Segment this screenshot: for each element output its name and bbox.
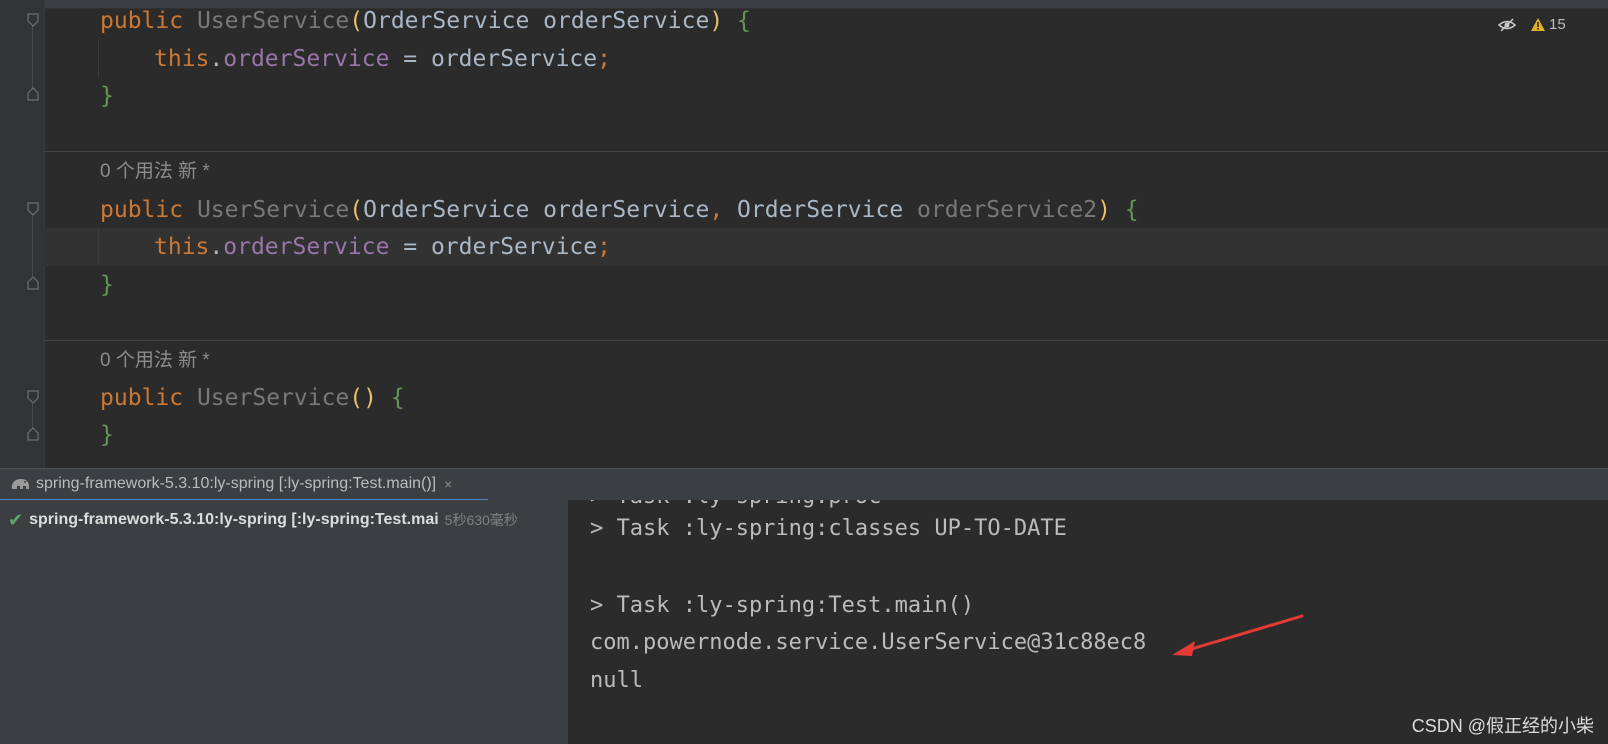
fold-icon[interactable] xyxy=(27,202,39,216)
code-line-constructor-1[interactable]: public UserService(OrderService orderSer… xyxy=(100,2,751,40)
fold-end-icon[interactable] xyxy=(27,87,39,101)
method-name: UserService xyxy=(196,385,350,411)
gradle-elephant-icon xyxy=(11,479,30,489)
watermark: CSDN @假正经的小柴 xyxy=(1411,716,1594,736)
comma: , xyxy=(709,197,724,223)
usage-hint[interactable]: 0 个用法 新 * xyxy=(100,157,210,187)
console-output[interactable]: > Task :ly-spring:proc > Task :ly-spring… xyxy=(568,500,1608,744)
console-line: > Task :ly-spring:classes UP-TO-DATE xyxy=(590,516,1067,541)
code-line-close-brace[interactable]: } xyxy=(100,416,114,454)
run-tab[interactable]: spring-framework-5.3.10:ly-spring [:ly-s… xyxy=(0,469,488,502)
brace: } xyxy=(100,422,114,448)
close-icon[interactable]: × xyxy=(444,476,452,492)
fold-icon[interactable] xyxy=(27,390,39,404)
assignment-rest: = orderService xyxy=(389,234,598,260)
run-tree-item[interactable]: ✔ spring-framework-5.3.10:ly-spring [:ly… xyxy=(8,508,518,532)
console-line: null xyxy=(590,668,643,693)
brace: { xyxy=(737,8,751,34)
fold-end-icon[interactable] xyxy=(27,276,39,290)
console-line-bean-address: com.powernode.service.UserService@31c88e… xyxy=(590,630,1147,655)
brace: } xyxy=(100,83,114,109)
keyword: this xyxy=(154,234,210,260)
warning-count: 15 xyxy=(1549,16,1566,33)
assignment-rest: = orderService xyxy=(389,46,598,72)
hide-eye-icon[interactable] xyxy=(1498,17,1516,33)
method-name: UserService xyxy=(196,197,350,223)
dot: . xyxy=(209,46,224,72)
code-line-assignment[interactable]: this.orderService = orderService; xyxy=(154,40,611,78)
fold-icon[interactable] xyxy=(27,13,39,27)
paren: ) xyxy=(709,8,724,34)
paren: ) xyxy=(1097,197,1111,223)
semicolon: ; xyxy=(597,46,611,72)
semicolon: ; xyxy=(597,234,611,260)
fold-guide xyxy=(32,216,33,276)
indent-guide xyxy=(98,228,99,266)
run-tree-panel: ✔ spring-framework-5.3.10:ly-spring [:ly… xyxy=(0,500,568,744)
editor-gutter xyxy=(0,0,45,478)
field-name: orderService xyxy=(223,46,390,72)
keyword: public xyxy=(100,385,184,411)
param-name: orderService xyxy=(529,8,710,34)
paren: ( xyxy=(349,197,364,223)
keyword: public xyxy=(100,8,184,34)
usage-hint[interactable]: 0 个用法 新 * xyxy=(100,346,210,376)
type-name: OrderService xyxy=(723,197,904,223)
fold-guide xyxy=(32,26,33,88)
run-duration: 5秒630毫秒 xyxy=(444,512,518,528)
method-separator xyxy=(44,151,1608,152)
fold-guide xyxy=(32,404,33,428)
field-name: orderService xyxy=(223,234,390,260)
code-line-close-brace[interactable]: } xyxy=(100,266,114,304)
run-tool-window-header: spring-framework-5.3.10:ly-spring [:ly-s… xyxy=(0,468,1608,502)
indent-guide xyxy=(98,40,99,78)
method-separator xyxy=(44,340,1608,341)
code-line-constructor-3[interactable]: public UserService() { xyxy=(100,379,405,417)
paren: () xyxy=(349,385,377,411)
unused-param-name: orderService2 xyxy=(903,197,1098,223)
inspection-widget[interactable]: 15 xyxy=(1498,14,1608,38)
keyword: this xyxy=(154,46,210,72)
keyword: public xyxy=(100,197,184,223)
method-name: UserService xyxy=(196,8,350,34)
fold-end-icon[interactable] xyxy=(27,427,39,441)
param-name: orderService xyxy=(529,197,710,223)
code-line-constructor-2[interactable]: public UserService(OrderService orderSer… xyxy=(100,191,1139,229)
run-tab-label: spring-framework-5.3.10:ly-spring [:ly-s… xyxy=(36,475,437,492)
type-name: OrderService xyxy=(363,197,530,223)
warning-icon xyxy=(1531,18,1545,31)
dot: . xyxy=(209,234,224,260)
code-line-close-brace[interactable]: } xyxy=(100,77,114,115)
code-editor[interactable]: 15 public UserService(OrderService order… xyxy=(0,0,1608,478)
console-line: > Task :ly-spring:Test.main() xyxy=(590,593,975,618)
brace: { xyxy=(390,385,405,411)
type-name: OrderService xyxy=(363,8,530,34)
run-tree-item-label: spring-framework-5.3.10:ly-spring [:ly-s… xyxy=(29,511,439,528)
brace: } xyxy=(100,272,114,298)
paren: ( xyxy=(349,8,364,34)
success-check-icon: ✔ xyxy=(8,509,24,530)
code-line-assignment[interactable]: this.orderService = orderService; xyxy=(154,228,611,266)
brace: { xyxy=(1124,197,1139,223)
